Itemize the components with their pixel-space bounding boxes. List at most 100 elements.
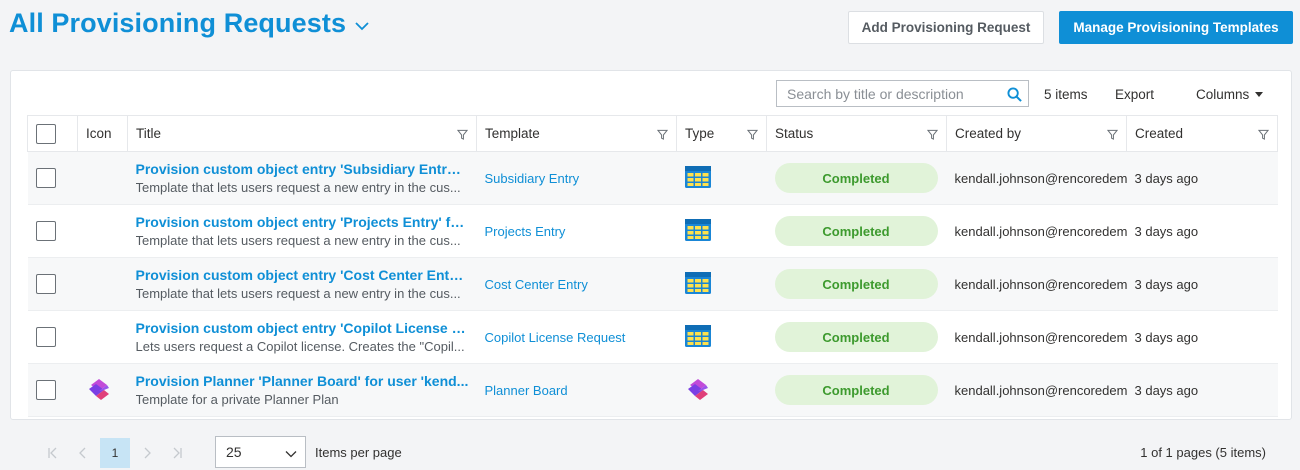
status-badge: Completed <box>774 269 938 299</box>
columns-label: Columns <box>1196 87 1250 102</box>
pagination: 1 <box>38 438 192 468</box>
page-size-select[interactable]: 25 <box>215 436 306 468</box>
request-title-link[interactable]: Provision custom object entry 'Copilot L… <box>136 320 469 336</box>
planner-icon <box>687 378 708 400</box>
list-table-icon <box>684 271 711 294</box>
filter-icon[interactable] <box>747 129 758 140</box>
filter-icon[interactable] <box>1258 129 1269 140</box>
last-page-icon <box>173 447 182 459</box>
current-page[interactable]: 1 <box>100 438 130 468</box>
template-link[interactable]: Projects Entry <box>485 224 566 239</box>
status-badge: Completed <box>774 216 938 246</box>
template-cell: Copilot License Request <box>476 310 677 364</box>
request-description: Template that lets users request a new e… <box>135 233 461 248</box>
last-page-button[interactable] <box>162 438 192 468</box>
row-icon-cell <box>77 257 128 311</box>
template-link[interactable]: Subsidiary Entry <box>485 171 580 186</box>
created-by-cell: kendall.johnson@rencoredemo <box>946 151 1127 205</box>
row-checkbox[interactable] <box>35 274 56 294</box>
created-cell: 3 days ago <box>1126 257 1278 311</box>
table-row[interactable]: Provision custom object entry 'Projects … <box>27 204 1278 258</box>
add-provisioning-request-button[interactable]: Add Provisioning Request <box>848 11 1044 44</box>
type-cell <box>676 257 767 311</box>
search-input[interactable] <box>777 81 997 106</box>
template-cell: Planner Board <box>476 363 677 417</box>
row-icon-cell <box>77 310 128 364</box>
filter-icon[interactable] <box>657 129 668 140</box>
created-by: kendall.johnson@rencoredemo <box>954 382 1127 398</box>
requests-table: Icon Title Template Type Status Created … <box>27 115 1278 417</box>
chevron-down-icon <box>355 21 369 30</box>
search-box[interactable] <box>776 80 1029 107</box>
first-page-icon <box>48 447 57 459</box>
column-label: Type <box>685 126 715 141</box>
row-checkbox[interactable] <box>35 327 56 347</box>
columns-dropdown[interactable]: Columns <box>1196 87 1264 102</box>
column-header-status[interactable]: Status <box>766 115 947 152</box>
column-label: Title <box>136 126 162 141</box>
row-checkbox[interactable] <box>35 221 56 241</box>
created-by-cell: kendall.johnson@rencoredemo <box>946 363 1127 417</box>
items-count: 5 items <box>1044 87 1088 102</box>
row-icon-cell <box>77 363 128 417</box>
column-header-icon[interactable]: Icon <box>77 115 128 152</box>
export-button[interactable]: Export <box>1115 87 1154 102</box>
request-description: Template that lets users request a new e… <box>135 180 461 195</box>
type-cell <box>676 204 767 258</box>
chevron-down-icon <box>285 451 297 458</box>
template-link[interactable]: Copilot License Request <box>485 330 626 345</box>
request-title-link[interactable]: Provision Planner 'Planner Board' for us… <box>136 373 469 389</box>
column-header-type[interactable]: Type <box>676 115 767 152</box>
type-cell <box>676 151 767 205</box>
column-header-created[interactable]: Created <box>1126 115 1278 152</box>
select-all-checkbox[interactable] <box>36 123 56 144</box>
request-description: Template that lets users request a new e… <box>135 286 461 301</box>
column-header-template[interactable]: Template <box>476 115 677 152</box>
created-cell: 3 days ago <box>1126 363 1278 417</box>
title-cell: Provision custom object entry 'Subsidiar… <box>127 151 477 205</box>
row-select-cell <box>27 151 78 205</box>
type-cell <box>676 363 767 417</box>
column-header-created-by[interactable]: Created by <box>946 115 1127 152</box>
search-icon[interactable] <box>1007 87 1022 102</box>
caret-down-icon <box>1255 92 1264 97</box>
created-by-cell: kendall.johnson@rencoredemo <box>946 310 1127 364</box>
row-checkbox[interactable] <box>35 380 56 400</box>
page-title-dropdown[interactable]: All Provisioning Requests <box>9 8 370 39</box>
created-date: 3 days ago <box>1134 276 1199 292</box>
previous-page-button[interactable] <box>68 438 98 468</box>
status-cell: Completed <box>766 151 947 205</box>
request-title-link[interactable]: Provision custom object entry 'Cost Cent… <box>136 267 469 283</box>
items-per-page-label: Items per page <box>315 445 402 460</box>
row-select-cell <box>27 257 78 311</box>
template-link[interactable]: Planner Board <box>485 383 568 398</box>
row-checkbox[interactable] <box>35 168 56 188</box>
table-row[interactable]: Provision custom object entry 'Cost Cent… <box>27 257 1278 311</box>
filter-icon[interactable] <box>457 129 468 140</box>
title-cell: Provision Planner 'Planner Board' for us… <box>127 363 477 417</box>
created-by-cell: kendall.johnson@rencoredemo <box>946 204 1127 258</box>
created-cell: 3 days ago <box>1126 151 1278 205</box>
request-title-link[interactable]: Provision custom object entry 'Projects … <box>136 214 469 230</box>
status-cell: Completed <box>766 363 947 417</box>
table-row[interactable]: Provision custom object entry 'Subsidiar… <box>27 151 1278 205</box>
row-select-cell <box>27 310 78 364</box>
manage-provisioning-templates-button[interactable]: Manage Provisioning Templates <box>1059 11 1293 44</box>
type-cell <box>676 310 767 364</box>
list-table-icon <box>684 324 711 347</box>
created-by: kendall.johnson@rencoredemo <box>954 329 1127 345</box>
column-label: Template <box>485 126 540 141</box>
request-title-link[interactable]: Provision custom object entry 'Subsidiar… <box>136 161 469 177</box>
template-link[interactable]: Cost Center Entry <box>485 277 588 292</box>
created-by: kendall.johnson@rencoredemo <box>954 223 1127 239</box>
created-cell: 3 days ago <box>1126 204 1278 258</box>
status-cell: Completed <box>766 257 947 311</box>
table-row[interactable]: Provision Planner 'Planner Board' for us… <box>27 363 1278 417</box>
created-by-cell: kendall.johnson@rencoredemo <box>946 257 1127 311</box>
column-header-title[interactable]: Title <box>127 115 477 152</box>
table-row[interactable]: Provision custom object entry 'Copilot L… <box>27 310 1278 364</box>
filter-icon[interactable] <box>1107 129 1118 140</box>
first-page-button[interactable] <box>38 438 68 468</box>
filter-icon[interactable] <box>927 129 938 140</box>
next-page-button[interactable] <box>132 438 162 468</box>
